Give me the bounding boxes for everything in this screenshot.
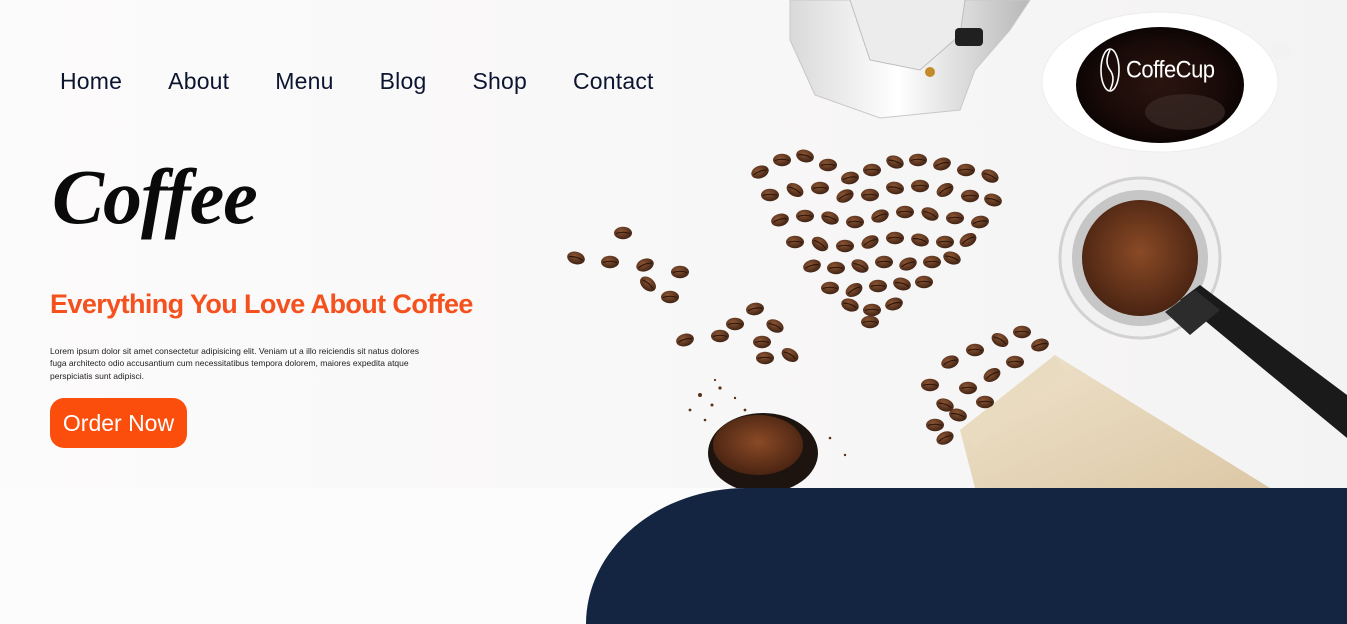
coffee-hero-image — [565, 0, 1347, 488]
nav-shop-link[interactable]: Shop — [472, 68, 527, 95]
brand-logo-text: CoffeCup — [1126, 55, 1215, 83]
coffee-bag — [920, 325, 1270, 488]
moka-pot — [789, 0, 1031, 119]
hero-tagline: Everything You Love About Coffee — [50, 289, 473, 319]
order-now-button[interactable]: Order Now — [50, 398, 187, 448]
nav-menu-link[interactable]: Menu — [275, 68, 333, 95]
nav-blog-link[interactable]: Blog — [380, 68, 427, 95]
navy-wave-shape — [586, 488, 1347, 624]
ground-coffee-bowl — [688, 378, 847, 488]
nav-home-link[interactable]: Home — [60, 68, 122, 95]
nav-contact-link[interactable]: Contact — [573, 68, 654, 95]
hero-description: Lorem ipsum dolor sit amet consectetur a… — [50, 346, 419, 381]
hero-section: Home About Menu Blog Shop Contact CoffeC… — [0, 0, 1347, 488]
main-nav: Home About Menu Blog Shop Contact — [60, 68, 654, 95]
page-title: Coffee — [52, 153, 258, 240]
bean-heart — [748, 147, 1004, 329]
coffee-bean-icon — [1100, 48, 1120, 92]
nav-about-link[interactable]: About — [168, 68, 229, 95]
brand-logo[interactable]: CoffeCup — [1098, 46, 1215, 94]
scattered-beans — [565, 226, 802, 366]
